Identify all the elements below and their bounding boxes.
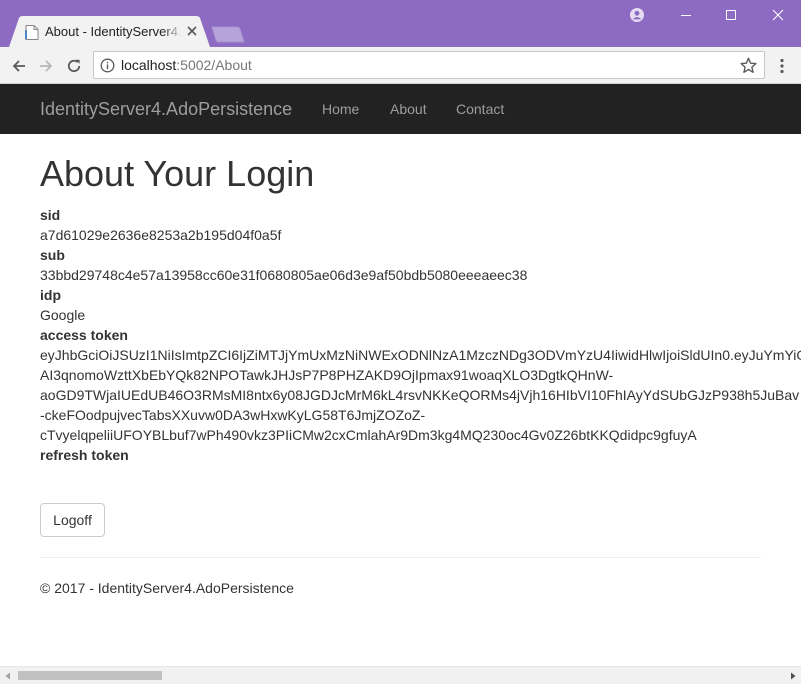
- info-icon[interactable]: [100, 58, 115, 73]
- browser-titlebar: About - IdentityServer4.AdoPersistence: [0, 0, 801, 47]
- close-icon[interactable]: [185, 24, 199, 38]
- claim-name-sub: sub: [40, 247, 65, 263]
- browser-toolbar: localhost:5002/About: [0, 47, 801, 84]
- forward-button[interactable]: [33, 53, 59, 79]
- claim-value-sid: a7d61029e2636e8253a2b195d04f0a5f: [40, 227, 282, 243]
- scroll-left-button[interactable]: [0, 667, 16, 684]
- close-window-icon: [772, 9, 784, 21]
- access-token-line: cTvyelqpeliiUFOYBLbuf7wPh490vkz3PIiCMw2c…: [40, 427, 697, 443]
- star-icon[interactable]: [740, 57, 757, 74]
- footer-copyright: © 2017 - IdentityServer4.AdoPersistence: [40, 580, 294, 596]
- navbar-brand[interactable]: IdentityServer4.AdoPersistence: [40, 99, 292, 120]
- arrow-left-icon: [5, 672, 10, 679]
- site-navbar: IdentityServer4.AdoPersistence Home Abou…: [0, 84, 801, 134]
- reload-button[interactable]: [61, 53, 87, 79]
- scroll-right-button[interactable]: [785, 667, 801, 684]
- nav-link-contact[interactable]: Contact: [456, 101, 504, 117]
- nav-link-home[interactable]: Home: [322, 101, 359, 117]
- reload-icon: [67, 59, 81, 73]
- page-favicon-icon: [25, 25, 39, 40]
- tab-title: About - IdentityServer4.AdoPersistence: [45, 24, 183, 39]
- logoff-button[interactable]: Logoff: [40, 503, 105, 537]
- back-arrow-icon: [12, 60, 25, 72]
- minimize-icon: [681, 15, 691, 16]
- forward-arrow-icon: [40, 60, 53, 72]
- claim-name-access-token: access token: [40, 327, 128, 343]
- horizontal-scrollbar[interactable]: [0, 666, 801, 684]
- access-token-line: AI3qnomoWzttXbEbYQk82NPOTawkJHJsP7P8PHZA…: [40, 367, 614, 383]
- access-token-line: eyJhbGciOiJSUzI1NiIsImtpZCI6IjZiMTJjYmUx…: [40, 347, 801, 363]
- profile-icon: [630, 8, 644, 22]
- claim-name-idp: idp: [40, 287, 61, 303]
- claims-list: sid a7d61029e2636e8253a2b195d04f0a5f sub…: [40, 205, 801, 465]
- minimize-button[interactable]: [663, 0, 709, 30]
- scrollbar-thumb[interactable]: [18, 671, 162, 680]
- claim-value-idp: Google: [40, 307, 86, 323]
- access-token-line: -ckeFOodpujvecTabsXXuvw0DA3wHxwKyLG58T6J…: [40, 407, 426, 423]
- page-viewport: IdentityServer4.AdoPersistence Home Abou…: [0, 84, 801, 666]
- address-bar[interactable]: localhost:5002/About: [93, 51, 765, 79]
- new-tab-icon[interactable]: [210, 26, 246, 43]
- profile-button[interactable]: [622, 0, 652, 30]
- browser-tab-active[interactable]: About - IdentityServer4.AdoPersistence: [9, 16, 210, 47]
- access-token-line: aoGD9TWjaIUEdUB46O3RMsMI8ntx6y08JGDJcMrM…: [40, 387, 800, 403]
- nav-link-about[interactable]: About: [390, 101, 427, 117]
- claim-name-refresh-token: refresh token: [40, 447, 129, 463]
- address-url[interactable]: localhost:5002/About: [121, 57, 252, 73]
- close-window-button[interactable]: [755, 0, 801, 30]
- maximize-button[interactable]: [708, 0, 754, 30]
- url-host: localhost: [121, 57, 177, 73]
- browser-menu-button[interactable]: [771, 53, 793, 79]
- arrow-right-icon: [791, 672, 796, 679]
- claim-value-sub: 33bbd29748c4e57a13958cc60e31f0680805ae06…: [40, 267, 528, 283]
- maximize-icon: [726, 10, 736, 20]
- claim-name-sid: sid: [40, 207, 61, 223]
- kebab-menu-icon: [780, 58, 784, 74]
- back-button[interactable]: [6, 53, 32, 79]
- url-path: :5002/About: [176, 57, 252, 73]
- footer-divider: [40, 557, 761, 558]
- page-title: About Your Login: [40, 153, 315, 194]
